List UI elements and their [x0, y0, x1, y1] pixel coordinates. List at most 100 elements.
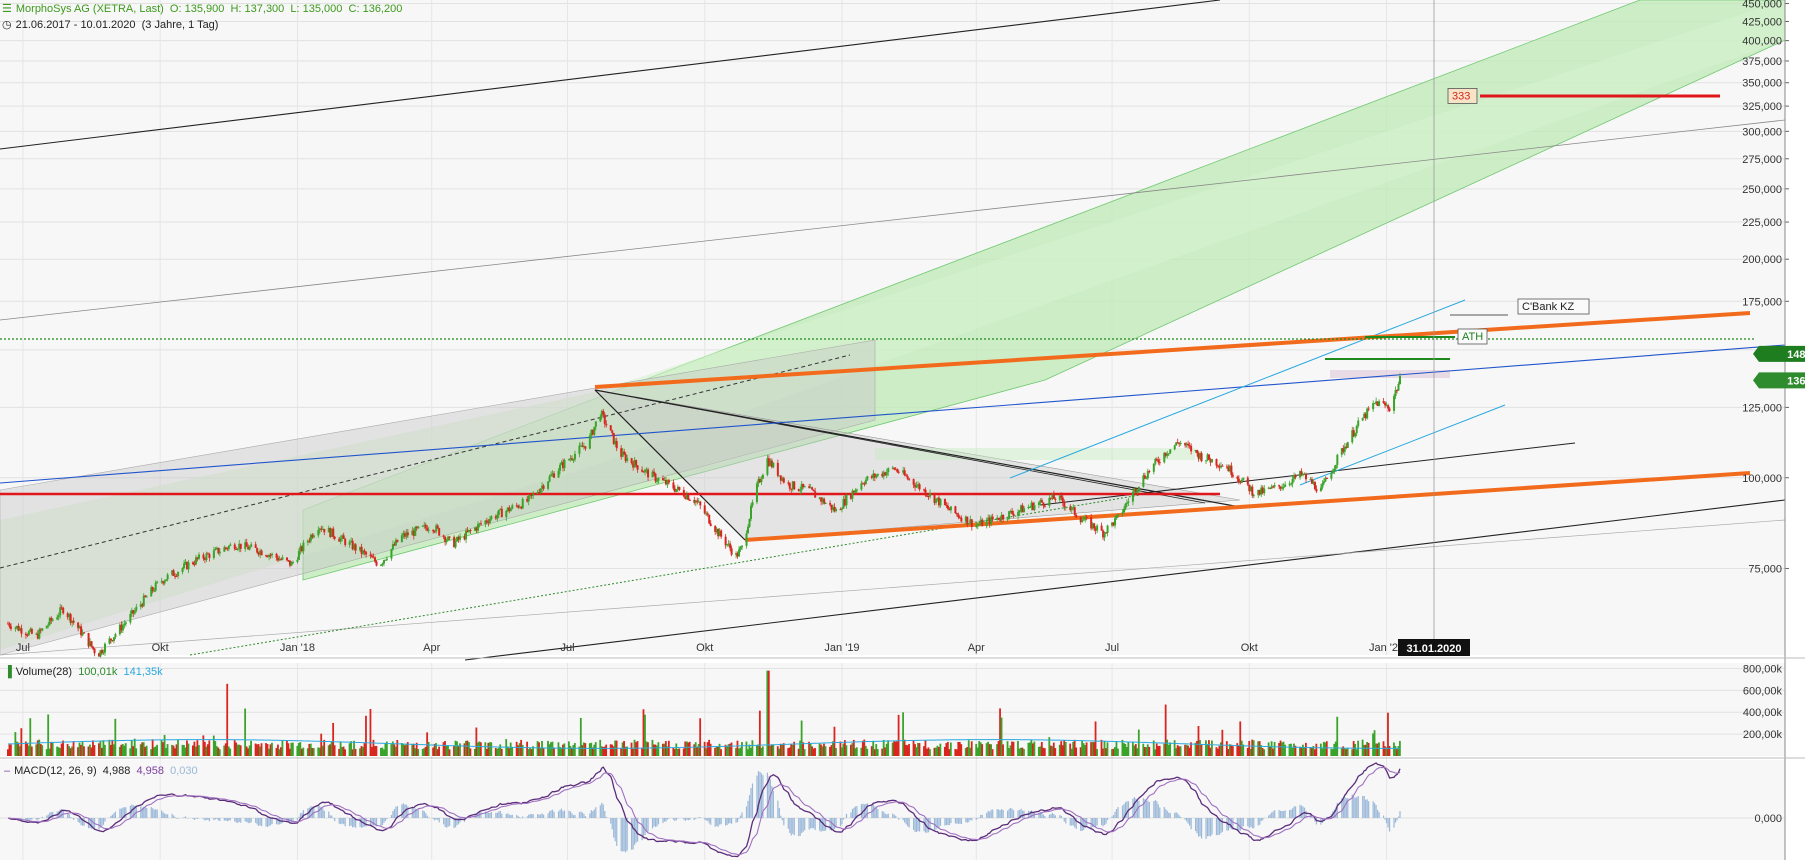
macd-histogram-bar: [1009, 807, 1012, 818]
macd-histogram-bar: [225, 818, 227, 821]
volume-bar: [187, 743, 190, 756]
candle-down: [924, 489, 927, 496]
macd-tick-label: 0,000: [1754, 813, 1782, 825]
macd-histogram-bar: [1054, 815, 1056, 818]
candle-up: [1263, 488, 1266, 494]
macd-histogram-bar: [719, 818, 721, 825]
macd-histogram-bar: [611, 818, 613, 830]
candle-down: [615, 440, 618, 449]
volume-bar: [1200, 744, 1203, 756]
candle-up: [1037, 502, 1040, 506]
candle-up: [1115, 515, 1118, 519]
candle-down: [635, 460, 638, 466]
macd-histogram-bar: [1165, 809, 1167, 818]
candle-down: [192, 562, 195, 565]
candle-down: [342, 535, 345, 539]
candle-up: [41, 628, 44, 631]
candle-up: [124, 622, 127, 624]
macd-histogram-bar: [446, 818, 448, 828]
macd-histogram-bar: [37, 818, 39, 821]
macd-histogram-bar: [699, 817, 701, 818]
macd-histogram-bar: [1257, 818, 1259, 826]
candle-up: [218, 551, 221, 554]
volume-bar: [9, 744, 12, 756]
candle-down: [814, 491, 817, 498]
candle-down: [724, 536, 727, 546]
stock-chart[interactable]: 75,000 100,000 125,000 175,000 200,000 225,00…: [0, 0, 1805, 860]
candle-down: [1388, 408, 1391, 411]
candle-up: [509, 508, 512, 512]
candle-up: [114, 634, 117, 638]
macd-histogram-bar: [437, 818, 439, 820]
volume-bar: [177, 739, 179, 756]
macd-histogram-bar: [344, 818, 346, 827]
volume-bar: [1106, 742, 1109, 756]
candle-up: [47, 624, 50, 626]
macd-histogram-bar: [1174, 812, 1176, 818]
candle-down: [908, 478, 911, 480]
candle-up: [824, 503, 827, 505]
macd-histogram-bar: [205, 818, 208, 820]
candle-down: [688, 499, 691, 501]
candle-down: [208, 554, 211, 558]
macd-histogram-bar: [968, 818, 970, 823]
macd-histogram-bar: [480, 812, 482, 818]
candle-up: [745, 533, 748, 546]
macd-histogram-bar: [1157, 804, 1159, 818]
macd-histogram-bar: [223, 818, 225, 821]
macd-histogram-bar: [247, 818, 249, 824]
volume-bar: [647, 742, 649, 756]
macd-histogram-bar: [1208, 818, 1210, 837]
macd-histogram-bar: [626, 818, 628, 851]
candle-up: [505, 510, 508, 518]
candle-up: [103, 643, 106, 653]
candle-up: [1008, 511, 1011, 519]
macd-histogram-bar: [1102, 818, 1104, 827]
x-tick-label: Jul: [1105, 642, 1119, 654]
volume-bar: [124, 743, 127, 756]
candle-down: [375, 561, 378, 566]
macd-histogram-bar: [1200, 818, 1203, 839]
candle-down: [109, 638, 112, 641]
candle-down: [1157, 459, 1160, 463]
candle-down: [906, 476, 909, 479]
candle-up: [497, 509, 500, 515]
candle-up: [38, 629, 41, 639]
macd-histogram-bar: [1065, 818, 1067, 824]
volume-bar: [1231, 746, 1234, 756]
candle-down: [1073, 507, 1076, 515]
candle-down: [92, 646, 95, 649]
macd-histogram-bar: [29, 818, 31, 820]
candle-down: [946, 505, 949, 509]
volume-bar: [365, 715, 367, 756]
volume-bar: [970, 741, 973, 756]
candle-down: [661, 478, 664, 481]
macd-histogram-bar: [1096, 818, 1098, 826]
macd-histogram-bar: [1272, 811, 1274, 818]
candle-down: [448, 536, 451, 538]
macd-histogram-bar: [892, 813, 894, 818]
macd-histogram-bar: [104, 818, 106, 822]
macd-histogram-bar: [1281, 810, 1283, 818]
macd-histogram-bar: [1180, 816, 1182, 818]
macd-histogram-bar: [683, 818, 685, 820]
candle-up: [594, 421, 597, 427]
macd-histogram-bar: [1002, 810, 1004, 818]
macd-histogram-bar: [1186, 818, 1188, 822]
volume-value-2: 141,35k: [123, 666, 163, 678]
volume-bar: [156, 744, 158, 756]
candle-up: [1006, 518, 1009, 520]
macd-histogram-bar: [695, 818, 697, 819]
macd-histogram-bar: [1199, 818, 1201, 837]
macd-histogram-bar: [987, 810, 989, 818]
candle-down: [354, 544, 357, 551]
candle-down: [696, 500, 699, 502]
candle-down: [678, 486, 681, 491]
volume-bar: [427, 741, 430, 756]
candle-up: [302, 542, 305, 552]
macd-histogram-bar: [101, 818, 103, 827]
macd-histogram-bar: [459, 818, 461, 823]
open-value: 135,900: [184, 3, 225, 15]
macd-histogram-bar: [249, 818, 251, 824]
macd-histogram-bar: [674, 818, 676, 821]
